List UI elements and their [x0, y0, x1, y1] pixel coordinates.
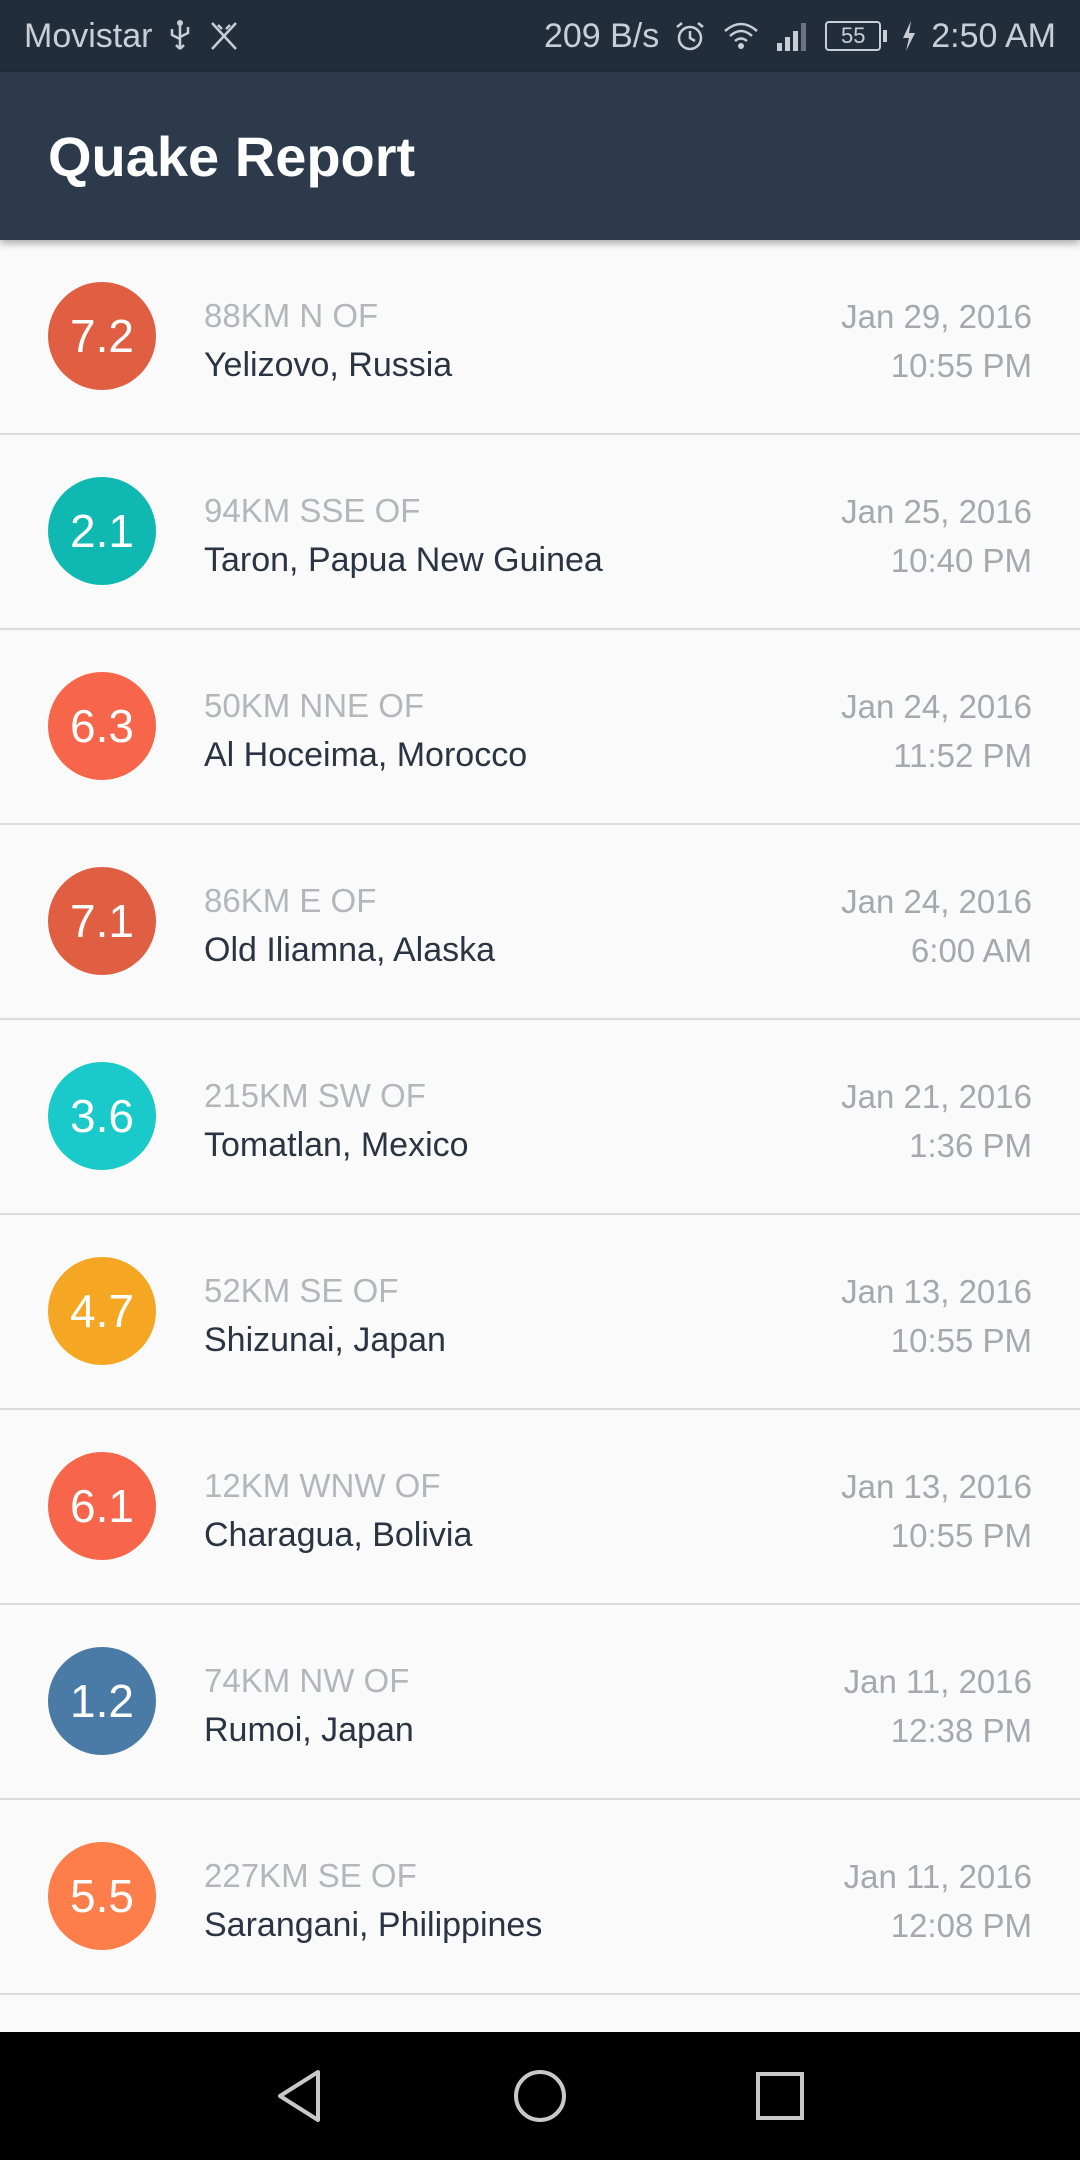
battery-icon: 55 — [825, 21, 888, 51]
location-offset: 88KM N OF — [204, 297, 379, 334]
quake-date: Jan 21, 2016 — [841, 1078, 1032, 1115]
location-offset: 12KM WNW OF — [204, 1467, 441, 1504]
quake-time: 10:55 PM — [890, 347, 1032, 384]
quake-date: Jan 25, 2016 — [841, 493, 1032, 530]
location-offset: 74KM NW OF — [204, 1662, 410, 1699]
date-block: Jan 29, 2016 10:55 PM — [841, 292, 1032, 390]
quake-date: Jan 11, 2016 — [843, 1663, 1032, 1700]
list-item[interactable]: 7.1 86KM E OF Old Iliamna, Alaska Jan 24, 2… — [0, 825, 1080, 1020]
back-button[interactable] — [180, 2032, 420, 2160]
location-block: 86KM E OF Old Iliamna, Alaska — [204, 877, 495, 975]
debug-icon — [208, 19, 240, 53]
quake-list[interactable]: 7.2 88KM N OF Yelizovo, Russia Jan 29, 2016… — [0, 240, 1080, 2032]
net-speed: 209 B/s — [543, 16, 660, 55]
usb-icon — [166, 19, 194, 53]
quake-date: Jan 29, 2016 — [841, 298, 1032, 335]
back-triangle-icon — [278, 2070, 320, 2122]
status-right: 209 B/s 55 2:50 AM — [544, 17, 1056, 56]
signal-icon — [775, 19, 811, 53]
location-offset: 52KM SE OF — [204, 1272, 399, 1309]
status-left: Movistar — [24, 17, 240, 56]
location-block: 50KM NNE OF Al Hoceima, Morocco — [204, 682, 527, 780]
page-title: Quake Report — [48, 124, 416, 188]
location-offset: 94KM SSE OF — [204, 492, 421, 529]
magnitude-circle: 1.2 — [48, 1647, 156, 1755]
location-offset: 227KM SE OF — [204, 1857, 417, 1894]
status-bar: Movistar 209 B/s 55 2:50 AM — [0, 0, 1080, 72]
list-item[interactable]: 7.2 88KM N OF Yelizovo, Russia Jan 29, 2016… — [0, 240, 1080, 435]
primary-location: Shizunai, Japan — [204, 1321, 446, 1359]
date-block: Jan 13, 2016 10:55 PM — [841, 1267, 1032, 1365]
location-block: 94KM SSE OF Taron, Papua New Guinea — [204, 487, 603, 585]
charging-icon — [901, 21, 917, 51]
quake-time: 11:52 PM — [893, 737, 1032, 774]
quake-date: Jan 13, 2016 — [841, 1468, 1032, 1505]
recents-square-icon — [756, 2072, 804, 2120]
quake-date: Jan 24, 2016 — [841, 688, 1032, 725]
quake-time: 10:55 PM — [890, 1517, 1032, 1554]
list-item[interactable]: 1.2 74KM NW OF Rumoi, Japan Jan 11, 2016 12:… — [0, 1605, 1080, 1800]
magnitude-circle: 2.1 — [48, 477, 156, 585]
location-block: 215KM SW OF Tomatlan, Mexico — [204, 1072, 469, 1170]
location-offset: 86KM E OF — [204, 882, 377, 919]
quake-time: 1:36 PM — [909, 1127, 1032, 1164]
list-item[interactable]: 3.6 215KM SW OF Tomatlan, Mexico Jan 21, 20… — [0, 1020, 1080, 1215]
list-item[interactable]: 5.5 227KM SE OF Sarangani, Philippines Jan … — [0, 1800, 1080, 1995]
quake-time: 10:40 PM — [890, 542, 1032, 579]
location-block: 227KM SE OF Sarangani, Philippines — [204, 1852, 542, 1950]
quake-time: 12:08 PM — [890, 1907, 1032, 1944]
primary-location: Al Hoceima, Morocco — [204, 736, 528, 774]
location-block: 52KM SE OF Shizunai, Japan — [204, 1267, 446, 1365]
location-offset: 50KM NNE OF — [204, 687, 425, 724]
primary-location: Sarangani, Philippines — [204, 1906, 543, 1944]
magnitude-circle: 6.1 — [48, 1452, 156, 1560]
quake-time: 6:00 AM — [910, 932, 1032, 969]
recents-button[interactable] — [660, 2032, 900, 2160]
date-block: Jan 24, 2016 11:52 PM — [841, 682, 1032, 780]
wifi-icon — [721, 19, 761, 53]
primary-location: Charagua, Bolivia — [204, 1516, 473, 1554]
quake-date: Jan 13, 2016 — [841, 1273, 1032, 1310]
quake-date: Jan 24, 2016 — [841, 883, 1032, 920]
magnitude-circle: 6.3 — [48, 672, 156, 780]
clock-time: 2:50 AM — [931, 16, 1056, 55]
magnitude-circle: 4.7 — [48, 1257, 156, 1365]
primary-location: Rumoi, Japan — [204, 1711, 414, 1749]
primary-location: Old Iliamna, Alaska — [204, 931, 496, 969]
date-block: Jan 13, 2016 10:55 PM — [841, 1462, 1032, 1560]
navigation-bar — [0, 2032, 1080, 2160]
magnitude-circle: 5.5 — [48, 1842, 156, 1950]
list-item[interactable]: 4.7 52KM SE OF Shizunai, Japan Jan 13, 2016… — [0, 1215, 1080, 1410]
app-bar: Quake Report — [0, 72, 1080, 240]
date-block: Jan 24, 2016 6:00 AM — [841, 877, 1032, 975]
magnitude-circle: 3.6 — [48, 1062, 156, 1170]
quake-date: Jan 11, 2016 — [843, 1858, 1032, 1895]
primary-location: Taron, Papua New Guinea — [204, 541, 603, 579]
date-block: Jan 25, 2016 10:40 PM — [841, 487, 1032, 585]
date-block: Jan 21, 2016 1:36 PM — [841, 1072, 1032, 1170]
magnitude-circle: 7.1 — [48, 867, 156, 975]
quake-time: 10:55 PM — [890, 1322, 1032, 1359]
carrier-name: Movistar — [24, 16, 153, 55]
home-circle-icon — [514, 2070, 566, 2122]
list-item[interactable]: 2.1 94KM SSE OF Taron, Papua New Guinea Jan… — [0, 435, 1080, 630]
quake-time: 12:38 PM — [890, 1712, 1032, 1749]
battery-level: 55 — [825, 21, 882, 51]
magnitude-circle: 7.2 — [48, 282, 156, 390]
home-button[interactable] — [420, 2032, 660, 2160]
location-block: 12KM WNW OF Charagua, Bolivia — [204, 1462, 472, 1560]
location-block: 74KM NW OF Rumoi, Japan — [204, 1657, 414, 1755]
list-item[interactable]: 6.1 12KM WNW OF Charagua, Bolivia Jan 13, 2… — [0, 1410, 1080, 1605]
date-block: Jan 11, 2016 12:38 PM — [844, 1657, 1032, 1755]
primary-location: Tomatlan, Mexico — [204, 1126, 469, 1164]
date-block: Jan 11, 2016 12:08 PM — [844, 1852, 1032, 1950]
list-item[interactable]: 6.3 50KM NNE OF Al Hoceima, Morocco Jan 24,… — [0, 630, 1080, 825]
primary-location: Yelizovo, Russia — [204, 346, 453, 384]
location-block: 88KM N OF Yelizovo, Russia — [204, 292, 452, 390]
location-offset: 215KM SW OF — [204, 1077, 426, 1114]
alarm-icon — [673, 19, 707, 53]
